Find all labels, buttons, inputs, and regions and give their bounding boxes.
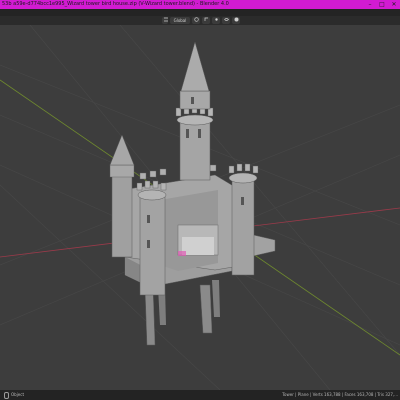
castle-model[interactable] <box>109 41 276 346</box>
snap-icon[interactable] <box>202 17 210 24</box>
status-mode: Object <box>11 392 25 397</box>
shading-icon[interactable] <box>232 17 240 24</box>
pivot-icon[interactable] <box>192 17 200 24</box>
viewport-canvas[interactable] <box>0 25 400 390</box>
overlay-icon[interactable] <box>222 17 230 24</box>
proportional-icon[interactable] <box>212 17 220 24</box>
maximize-button[interactable]: □ <box>376 0 388 9</box>
status-left: Object <box>4 390 24 400</box>
status-bar: Object Tower | Plane | Verts 163,788 | F… <box>0 390 400 400</box>
viewport-header: Global <box>0 16 400 25</box>
orientation-icon[interactable] <box>162 17 168 24</box>
scene-statistics: Tower | Plane | Verts 163,788 | Faces 16… <box>282 392 398 397</box>
window-title: 53b a59e-d774bcc1e995_Wizard tower bird … <box>2 1 229 7</box>
mouse-icon <box>4 391 9 399</box>
close-button[interactable]: ✕ <box>388 0 400 9</box>
minimize-button[interactable]: – <box>364 0 376 9</box>
transform-orientation-select[interactable]: Global <box>170 17 190 24</box>
3d-viewport[interactable] <box>0 25 400 390</box>
title-bar: 53b a59e-d774bcc1e995_Wizard tower bird … <box>0 0 400 9</box>
menu-bar <box>0 9 400 16</box>
